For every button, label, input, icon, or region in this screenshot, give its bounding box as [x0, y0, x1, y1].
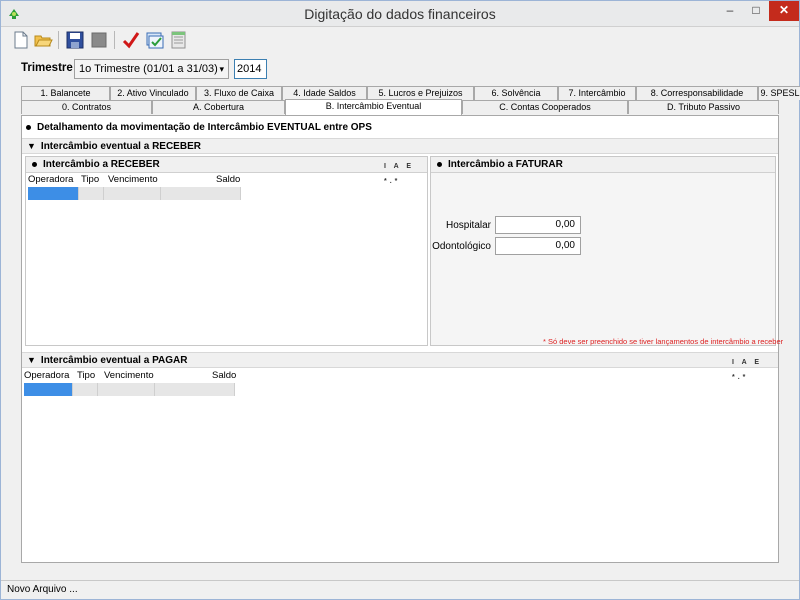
odontologico-input[interactable]: 0,00 [495, 237, 581, 255]
pagar-section-title: Intercâmbio eventual a PAGAR [40, 355, 188, 366]
tab-row1-1[interactable]: 1. Balancete [21, 86, 110, 100]
pagar-grid[interactable]: Operadora Tipo Vencimento Saldo [24, 370, 244, 400]
faturar-panel-header: Intercâmbio a FATURAR [431, 157, 775, 173]
new-file-icon[interactable] [11, 30, 31, 50]
tab-row2-4[interactable]: C. Contas Cooperados [462, 100, 628, 114]
tab-row-2: 0. Contratos A. Cobertura B. Intercâmbio E… [21, 99, 779, 115]
receber-grid[interactable]: Operadora Tipo Vencimento Saldo [28, 174, 248, 204]
close-button[interactable]: ✕ [769, 1, 799, 21]
grid-cell[interactable] [79, 187, 104, 200]
check-icon[interactable] [121, 30, 141, 50]
quarter-select-value: 1o Trimestre (01/01 a 31/03) [79, 63, 218, 75]
odontologico-label: Odontológico [432, 241, 491, 252]
pagar-section-header[interactable]: ▼ Intercâmbio eventual a PAGAR I A E *.* [22, 352, 778, 381]
faturar-panel-title: Intercâmbio a FATURAR [448, 159, 563, 170]
bullet-icon [437, 161, 442, 167]
receber-panel-header: Intercâmbio a RECEBER I A E *.* [26, 157, 427, 185]
report-icon[interactable] [169, 30, 189, 50]
receber-section-header[interactable]: ▼ Intercâmbio eventual a RECEBER [22, 138, 778, 154]
receber-section-title: Intercâmbio eventual a RECEBER [40, 141, 201, 152]
collapse-triangle-icon[interactable]: ▼ [27, 139, 36, 154]
main-window: Digitação do dados financeiros – □ ✕ Tri… [0, 0, 800, 600]
save-icon[interactable] [65, 30, 85, 50]
faturar-note: * Só deve ser preenchido se tiver lançam… [543, 337, 784, 346]
tab-content: Detalhamento da movimentação de Intercâm… [21, 115, 783, 563]
column-header[interactable]: Operadora [24, 370, 69, 382]
column-header[interactable]: Operadora [28, 174, 73, 186]
tab-row1-6[interactable]: 6. Solvência [474, 86, 558, 100]
horizontal-scrollbar[interactable] [21, 563, 779, 571]
faturar-panel: Intercâmbio a FATURAR Hospitalar 0,00 Od… [430, 156, 783, 346]
minimize-button[interactable]: – [717, 1, 743, 21]
quarter-select[interactable]: 1o Trimestre (01/01 a 31/03) ▾ [74, 59, 229, 79]
tab-row1-9[interactable]: 9. SPESL [758, 86, 800, 100]
tab-row1-4[interactable]: 4. Idade Saldos [282, 86, 367, 100]
column-header[interactable]: Saldo [212, 370, 236, 382]
status-bar: Novo Arquivo ... [1, 580, 799, 599]
hospitalar-label: Hospitalar [445, 220, 491, 231]
maximize-button[interactable]: □ [743, 1, 769, 21]
section-heading-text: Detalhamento da movimentação de Intercâm… [37, 122, 372, 133]
quarter-label: Trimestre [21, 62, 73, 74]
grid-cell[interactable] [98, 383, 155, 396]
tab-row1-7[interactable]: 7. Intercâmbio [558, 86, 636, 100]
tab-row1-5[interactable]: 5. Lucros e Prejuizos [367, 86, 474, 100]
tab-row1-3[interactable]: 3. Fluxo de Caixa [196, 86, 282, 100]
panel-tools[interactable]: I A E *.* [732, 355, 778, 385]
grid-cell[interactable] [104, 187, 161, 200]
bullet-icon [32, 161, 37, 167]
column-header[interactable]: Saldo [216, 174, 240, 186]
receber-panel-title: Intercâmbio a RECEBER [43, 159, 160, 170]
tab-row2-5[interactable]: D. Tributo Passivo [628, 100, 779, 114]
tab-row2-1[interactable]: 0. Contratos [21, 100, 152, 114]
column-header[interactable]: Tipo [77, 370, 95, 382]
validate-icon[interactable] [145, 30, 165, 50]
hospitalar-input[interactable]: 0,00 [495, 216, 581, 234]
grid-cell[interactable] [155, 383, 235, 396]
toolbar [1, 27, 799, 53]
column-header[interactable]: Vencimento [108, 174, 158, 186]
tab-row1-8[interactable]: 8. Corresponsabilidade [636, 86, 758, 100]
grid-cell[interactable] [24, 383, 73, 396]
panel-tools[interactable]: I A E *.* [384, 159, 427, 189]
tab-row2-3[interactable]: B. Intercâmbio Eventual [285, 99, 462, 115]
toolbar-separator [114, 31, 115, 49]
section-heading: Detalhamento da movimentação de Intercâm… [26, 120, 372, 136]
open-folder-icon[interactable] [33, 30, 53, 50]
window-title: Digitação do dados financeiros [304, 6, 496, 22]
toolbar-separator [58, 31, 59, 49]
collapse-triangle-icon[interactable]: ▼ [27, 353, 36, 368]
tab-row2-2[interactable]: A. Cobertura [152, 100, 285, 114]
grid-cell[interactable] [161, 187, 241, 200]
receber-panel: Intercâmbio a RECEBER I A E *.* Operador… [25, 156, 428, 346]
disabled-save-icon[interactable] [89, 30, 109, 50]
column-header[interactable]: Tipo [81, 174, 99, 186]
column-header[interactable]: Vencimento [104, 370, 154, 382]
grid-cell[interactable] [73, 383, 98, 396]
chevron-down-icon[interactable]: ▾ [219, 60, 224, 78]
grid-cell[interactable] [28, 187, 79, 200]
tab-row1-2[interactable]: 2. Ativo Vinculado [110, 86, 196, 100]
title-bar: Digitação do dados financeiros – □ ✕ [1, 1, 799, 27]
year-input[interactable]: 2014 [234, 59, 267, 79]
tab-row-1: 1. Balancete 2. Ativo Vinculado 3. Fluxo d… [21, 86, 800, 100]
bullet-icon [26, 124, 31, 130]
